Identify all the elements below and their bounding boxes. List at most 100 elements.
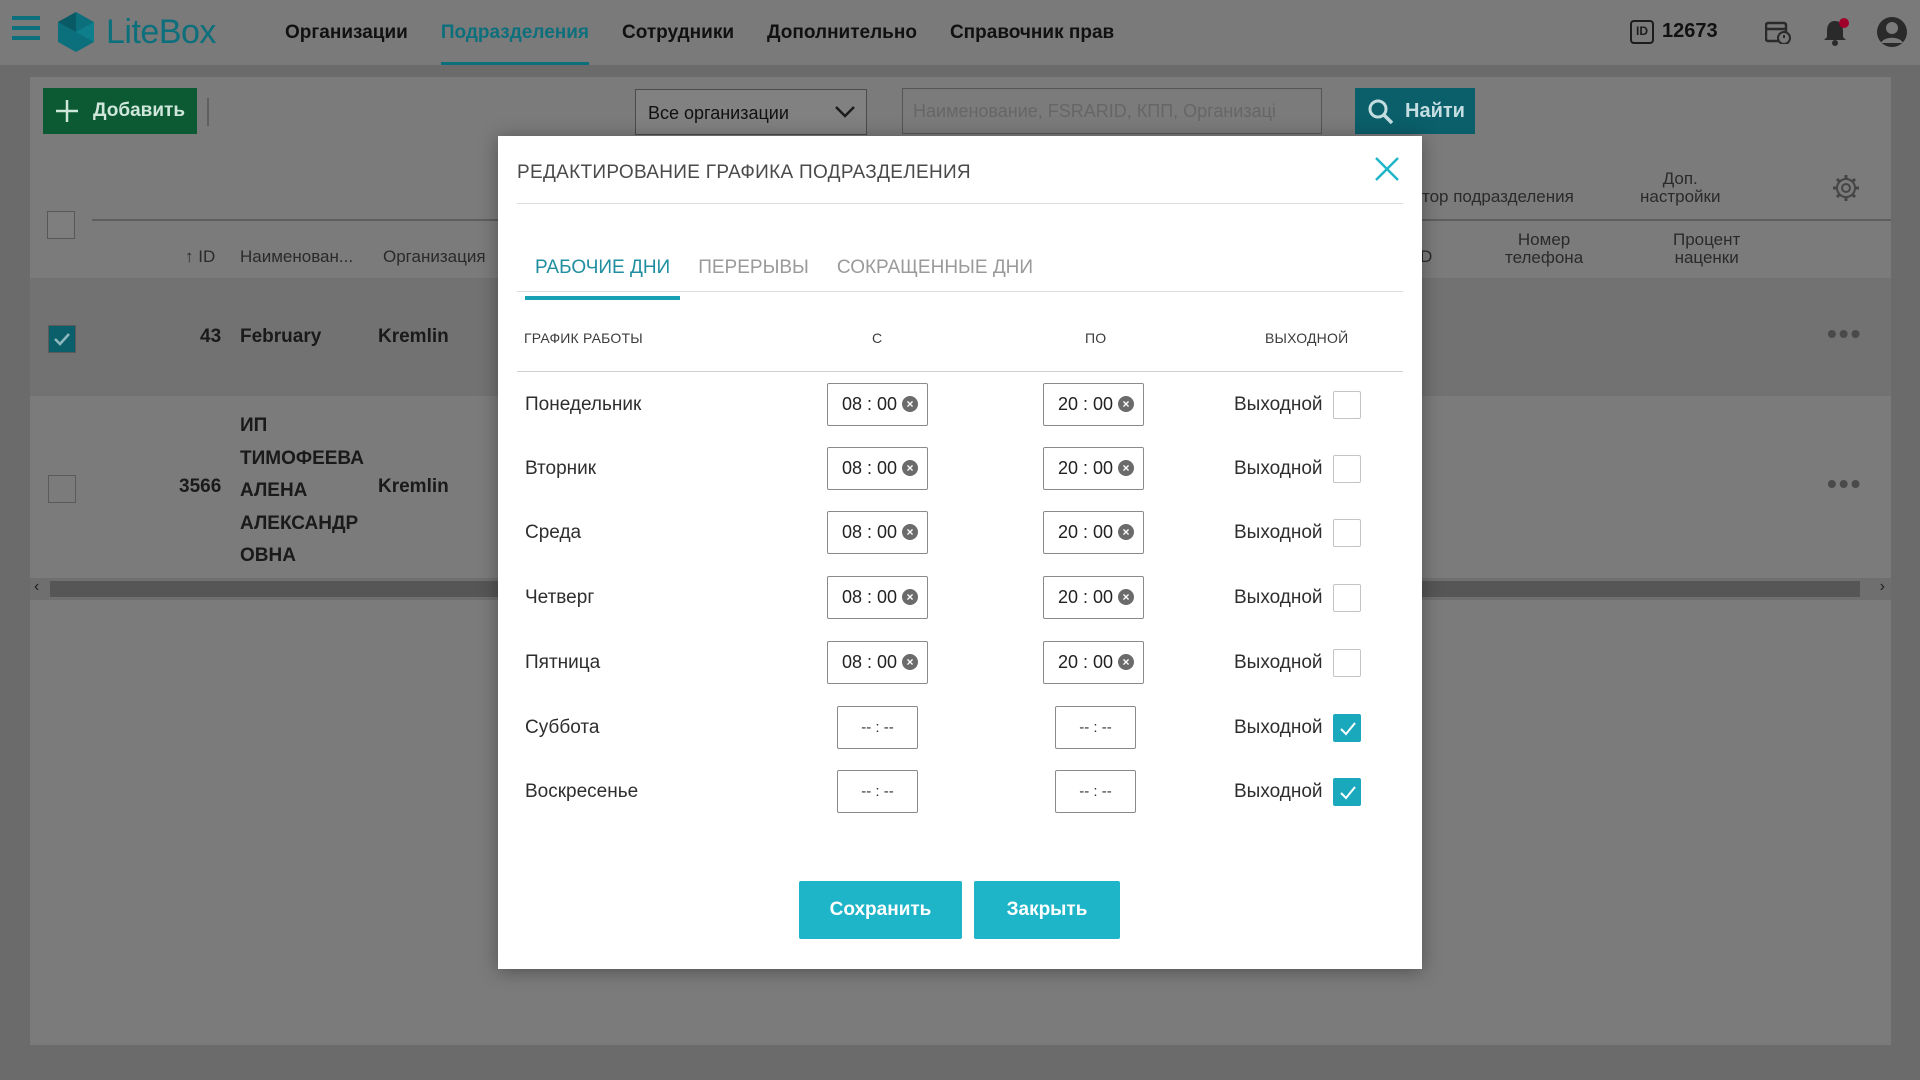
to-time-value: 20 : 00: [1058, 394, 1114, 414]
clear-icon[interactable]: ×: [1118, 654, 1134, 670]
from-time-value: 08 : 00: [842, 652, 898, 672]
to-time-input[interactable]: 20 : 00 ×: [1043, 511, 1144, 554]
clear-icon[interactable]: ×: [902, 589, 918, 605]
day-off-label: Выходной: [1234, 781, 1323, 802]
day-off-label: Выходной: [1234, 458, 1323, 479]
col-header-organization[interactable]: Организация: [383, 248, 486, 266]
to-time-value: 20 : 00: [1058, 652, 1114, 672]
day-off-checkbox[interactable]: [1333, 714, 1361, 742]
to-time-input[interactable]: 20 : 00 ×: [1043, 576, 1144, 619]
id-badge-icon: ID: [1630, 20, 1654, 44]
to-time-input[interactable]: 20 : 00 ×: [1043, 641, 1144, 684]
day-off-checkbox[interactable]: [1333, 455, 1361, 483]
scroll-right-icon[interactable]: ›: [1880, 578, 1885, 596]
to-time-value: 20 : 00: [1058, 458, 1114, 478]
main-nav: Организации Подразделения Сотрудники Доп…: [285, 0, 1147, 65]
day-off-checkbox[interactable]: [1333, 778, 1361, 806]
col-header-name[interactable]: Наименован...: [240, 248, 353, 266]
check-icon: [1340, 786, 1356, 800]
add-button[interactable]: Добавить: [43, 88, 197, 134]
col-header-phone[interactable]: Номер телефона: [1505, 231, 1583, 267]
to-time-input[interactable]: -- : --: [1055, 706, 1136, 749]
user-icon[interactable]: [1876, 16, 1908, 48]
tabs-divider: [517, 291, 1403, 292]
tab-breaks[interactable]: ПЕРЕРЫВЫ: [688, 254, 819, 301]
plus-icon: [56, 100, 78, 122]
col-header-id[interactable]: ↑ ID: [185, 248, 215, 266]
select-all-checkbox[interactable]: [47, 211, 75, 239]
from-time-input[interactable]: 08 : 00 ×: [827, 511, 928, 554]
nav-organizations[interactable]: Организации: [285, 0, 408, 65]
from-time-input[interactable]: 08 : 00 ×: [827, 641, 928, 684]
notification-dot: [1839, 18, 1849, 28]
check-icon: [1340, 722, 1356, 736]
row-menu-icon[interactable]: •••: [1827, 318, 1862, 350]
day-off-checkbox[interactable]: [1333, 584, 1361, 612]
clear-icon[interactable]: ×: [1118, 460, 1134, 476]
from-time-value: 08 : 00: [842, 394, 898, 414]
search-input[interactable]: Наименование, FSRARID, КПП, Организаці: [902, 88, 1322, 134]
organization-select[interactable]: Все организации: [635, 89, 867, 135]
row-id: 3566: [179, 476, 222, 497]
day-label-tuesday: Вторник: [525, 458, 597, 479]
row-name: February: [240, 326, 322, 347]
schedule-edit-modal: РЕДАКТИРОВАНИЕ ГРАФИКА ПОДРАЗДЕЛЕНИЯ РАБ…: [498, 136, 1422, 969]
col-header-extra-settings[interactable]: Доп. настройки: [1640, 170, 1720, 206]
clear-icon[interactable]: ×: [902, 460, 918, 476]
from-time-input[interactable]: -- : --: [837, 770, 918, 813]
clear-icon[interactable]: ×: [1118, 524, 1134, 540]
chevron-down-icon: [835, 106, 855, 118]
col-header-markup[interactable]: Процент наценки: [1673, 231, 1740, 267]
save-button[interactable]: Сохранить: [799, 881, 962, 939]
from-time-value: 08 : 00: [842, 458, 898, 478]
menu-icon[interactable]: [12, 16, 40, 44]
from-time-input[interactable]: 08 : 00 ×: [827, 383, 928, 426]
clear-icon[interactable]: ×: [902, 654, 918, 670]
clear-icon[interactable]: ×: [1118, 589, 1134, 605]
search-icon: [1368, 99, 1394, 125]
from-time-input[interactable]: 08 : 00 ×: [827, 447, 928, 490]
from-time-input[interactable]: 08 : 00 ×: [827, 576, 928, 619]
tab-short-days[interactable]: СОКРАЩЕННЫЕ ДНИ: [827, 254, 1043, 301]
clear-icon[interactable]: ×: [1118, 396, 1134, 412]
toolbar-divider: [207, 98, 209, 126]
nav-rights-reference[interactable]: Справочник прав: [950, 0, 1114, 65]
gear-icon[interactable]: [1832, 174, 1860, 202]
clear-icon[interactable]: ×: [902, 396, 918, 412]
nav-employees[interactable]: Сотрудники: [622, 0, 734, 65]
calendar-icon[interactable]: [1765, 20, 1791, 44]
clear-icon[interactable]: ×: [902, 524, 918, 540]
check-icon: [54, 333, 70, 346]
add-button-label: Добавить: [93, 100, 186, 121]
from-time-input[interactable]: -- : --: [837, 706, 918, 749]
organization-select-value: Все организации: [648, 103, 789, 123]
day-label-monday: Понедельник: [525, 394, 642, 415]
bell-icon[interactable]: [1822, 18, 1849, 46]
col-header-director[interactable]: тор подразделения: [1422, 188, 1574, 206]
day-off-checkbox[interactable]: [1333, 519, 1361, 547]
day-off-checkbox[interactable]: [1333, 391, 1361, 419]
tab-working-days[interactable]: РАБОЧИЕ ДНИ: [525, 254, 681, 301]
day-off-checkbox[interactable]: [1333, 649, 1361, 677]
logo-text[interactable]: LiteBox: [106, 13, 216, 52]
nav-additional[interactable]: Дополнительно: [767, 0, 917, 65]
day-off-label: Выходной: [1234, 717, 1323, 738]
day-off-label: Выходной: [1234, 522, 1323, 543]
close-icon[interactable]: [1373, 155, 1401, 183]
nav-subdivisions[interactable]: Подразделения: [440, 0, 590, 65]
day-label-friday: Пятница: [525, 652, 601, 673]
day-off-label: Выходной: [1234, 394, 1323, 415]
scroll-left-icon[interactable]: ‹: [34, 578, 39, 596]
day-label-wednesday: Среда: [525, 522, 582, 543]
to-time-input[interactable]: -- : --: [1055, 770, 1136, 813]
row-checkbox[interactable]: [48, 325, 76, 353]
row-checkbox[interactable]: [48, 475, 76, 503]
to-time-input[interactable]: 20 : 00 ×: [1043, 447, 1144, 490]
to-time-value: 20 : 00: [1058, 587, 1114, 607]
find-button[interactable]: Найти: [1355, 88, 1475, 134]
row-menu-icon[interactable]: •••: [1827, 468, 1862, 500]
to-time-input[interactable]: 20 : 00 ×: [1043, 383, 1144, 426]
col-day-off-header: ВЫХОДНОЙ: [1265, 330, 1349, 346]
close-button[interactable]: Закрыть: [974, 881, 1120, 939]
to-time-value: 20 : 00: [1058, 522, 1114, 542]
